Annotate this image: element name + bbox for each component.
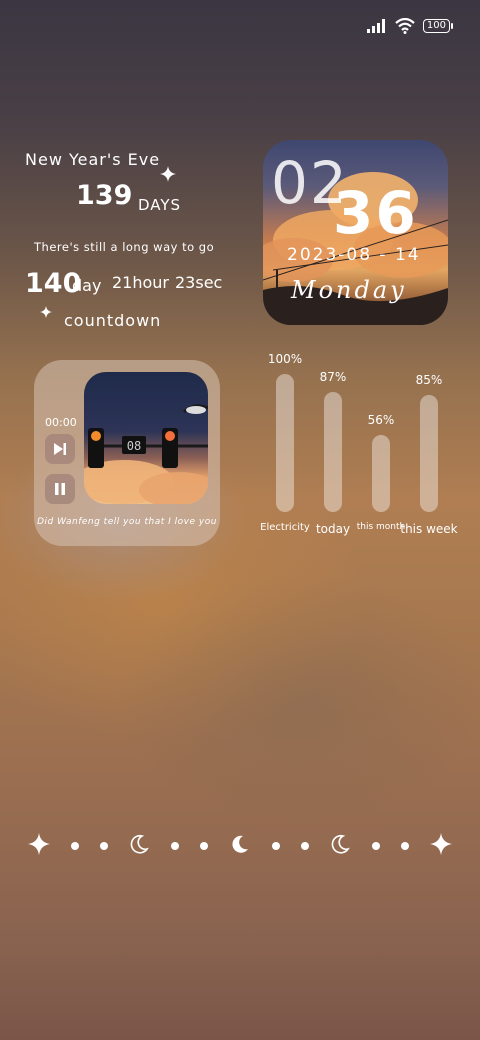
album-art[interactable]: 08 xyxy=(84,372,208,504)
page-indicator-row xyxy=(28,830,452,862)
next-track-button[interactable] xyxy=(45,434,75,464)
battery-indicator: 100 xyxy=(422,19,454,33)
countdown-title: New Year's Eve xyxy=(25,150,161,169)
sparkle-icon xyxy=(160,166,176,182)
clock-widget[interactable]: 02 36 2023-08 - 14 Monday xyxy=(263,140,448,325)
countdown-label: countdown xyxy=(64,311,162,330)
clock-date: 2023-08 - 14 xyxy=(287,245,421,265)
status-bar: 100 xyxy=(366,18,454,34)
music-widget[interactable]: 08 00:00 Did Wanfeng tell you that I lov… xyxy=(34,360,220,546)
usage-stats-widget[interactable]: 100% Electricity 87% today 56% this mont… xyxy=(250,350,480,540)
signal-icon xyxy=(366,19,385,33)
battery-level: 100 xyxy=(426,20,446,31)
dot-icon xyxy=(171,842,180,850)
clock-weekday: Monday xyxy=(291,276,407,304)
stat-bar-fill xyxy=(420,395,438,512)
sparkle-icon xyxy=(429,833,452,859)
stat-percent: 85% xyxy=(415,373,443,387)
pause-button[interactable] xyxy=(45,474,75,504)
traffic-counter-display: 08 xyxy=(127,439,141,453)
dot-icon xyxy=(372,842,381,850)
stat-label: this week xyxy=(400,522,458,536)
wifi-icon xyxy=(395,18,415,34)
stat-bar-fill xyxy=(372,435,390,512)
sparkle-icon xyxy=(40,306,52,318)
stat-bar-fill xyxy=(324,392,342,512)
skip-next-icon xyxy=(54,443,66,455)
stat-bar-this-week: 85% this week xyxy=(389,350,469,540)
countdown-seconds: 23sec xyxy=(175,273,223,292)
dot-icon xyxy=(300,842,309,850)
moon-outline-icon xyxy=(329,833,351,859)
countdown-hours: 21hour xyxy=(112,273,170,292)
pause-icon xyxy=(55,483,65,495)
days-value: 139 xyxy=(76,180,133,211)
stat-bar-fill xyxy=(276,374,294,512)
countdown-widget[interactable]: New Year's Eve 139 DAYS There's still a … xyxy=(0,140,240,340)
dot-icon xyxy=(401,842,410,850)
countdown-day-unit: day xyxy=(72,276,102,295)
clock-minute: 36 xyxy=(333,179,418,247)
sparkle-icon xyxy=(28,833,50,859)
song-title: Did Wanfeng tell you that I love you xyxy=(37,517,217,527)
dot-icon xyxy=(99,842,108,850)
traffic-light-image: 08 xyxy=(84,404,208,504)
moon-solid-icon xyxy=(229,833,251,859)
dot-icon xyxy=(271,842,280,850)
days-label: DAYS xyxy=(138,196,182,214)
dot-icon xyxy=(70,842,79,850)
dot-icon xyxy=(200,842,209,850)
moon-outline-icon xyxy=(128,833,150,859)
countdown-subtitle: There's still a long way to go xyxy=(34,240,215,254)
playback-time: 00:00 xyxy=(45,416,77,429)
